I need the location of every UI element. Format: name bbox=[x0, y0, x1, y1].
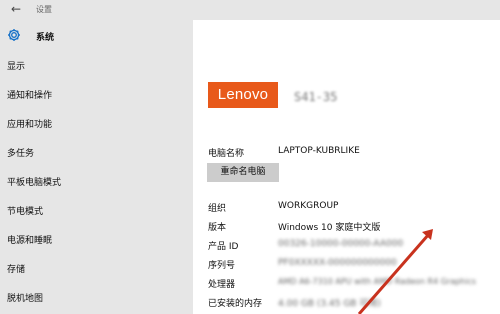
sidebar-item-label: 通知和操作 bbox=[7, 91, 53, 101]
sidebar-item-label: 节电模式 bbox=[7, 207, 44, 217]
sidebar-item-notifications[interactable]: 通知和操作 bbox=[0, 81, 193, 107]
sidebar-item-label: 显示 bbox=[7, 62, 26, 72]
pc-name-label: 电脑名称 bbox=[208, 149, 245, 159]
sidebar-item-label: 平板电脑模式 bbox=[7, 178, 62, 188]
product-id-label: 产品 ID bbox=[208, 242, 239, 252]
sidebar-item-battery-saver[interactable]: 节电模式 bbox=[0, 197, 193, 223]
ram-value: 4.00 GB (3.45 GB 可用) bbox=[278, 299, 381, 309]
rename-pc-button[interactable]: 重命名电脑 bbox=[207, 163, 279, 182]
sidebar-item-power-sleep[interactable]: 电源和睡眠 bbox=[0, 226, 193, 252]
sidebar-header-label: 系统 bbox=[36, 33, 55, 43]
edition-value: Windows 10 家庭中文版 bbox=[278, 223, 381, 233]
sidebar-item-display[interactable]: 显示 bbox=[0, 52, 193, 78]
sidebar-header: 系统 bbox=[0, 24, 193, 46]
sidebar-item-multitasking[interactable]: 多任务 bbox=[0, 139, 193, 165]
sidebar-item-tablet-mode[interactable]: 平板电脑模式 bbox=[0, 168, 193, 194]
sidebar-item-label: 多任务 bbox=[7, 149, 35, 159]
pc-name-value: LAPTOP-KUBRLIKE bbox=[278, 146, 360, 156]
lenovo-logo: Lenovo bbox=[208, 82, 278, 108]
sidebar: 系统 显示 通知和操作 应用和功能 多任务 平板电脑模式 节电模式 电源和睡眠 … bbox=[0, 20, 193, 314]
processor-label: 处理器 bbox=[208, 280, 236, 290]
sidebar-item-label: 存储 bbox=[7, 265, 26, 275]
back-arrow-icon[interactable]: ← bbox=[9, 2, 23, 16]
ram-label: 已安装的内存 bbox=[208, 299, 263, 309]
sidebar-item-offline-maps[interactable]: 脱机地图 bbox=[0, 284, 193, 310]
gear-icon bbox=[8, 29, 20, 41]
serial-value: PF0XXXXX-000000000000 bbox=[278, 258, 397, 268]
window-title: 设置 bbox=[36, 5, 52, 14]
serial-label: 序列号 bbox=[208, 261, 236, 271]
edition-label: 版本 bbox=[208, 223, 227, 233]
title-bar: ← 设置 bbox=[0, 0, 500, 20]
about-panel: Lenovo S41-35 电脑名称 LAPTOP-KUBRLIKE 重命名电脑… bbox=[193, 20, 500, 314]
product-id-value: 00326-10000-00000-AA000 bbox=[278, 239, 404, 249]
sidebar-item-label: 脱机地图 bbox=[7, 294, 44, 304]
sidebar-item-storage[interactable]: 存储 bbox=[0, 255, 193, 281]
group-value: WORKGROUP bbox=[278, 201, 339, 211]
processor-value: AMD A6-7310 APU with AMD Radeon R4 Graph… bbox=[278, 277, 477, 286]
sidebar-item-label: 电源和睡眠 bbox=[7, 236, 53, 246]
sidebar-item-apps[interactable]: 应用和功能 bbox=[0, 110, 193, 136]
model-name: S41-35 bbox=[294, 90, 338, 104]
group-label: 组织 bbox=[208, 204, 227, 214]
sidebar-item-label: 应用和功能 bbox=[7, 120, 53, 130]
